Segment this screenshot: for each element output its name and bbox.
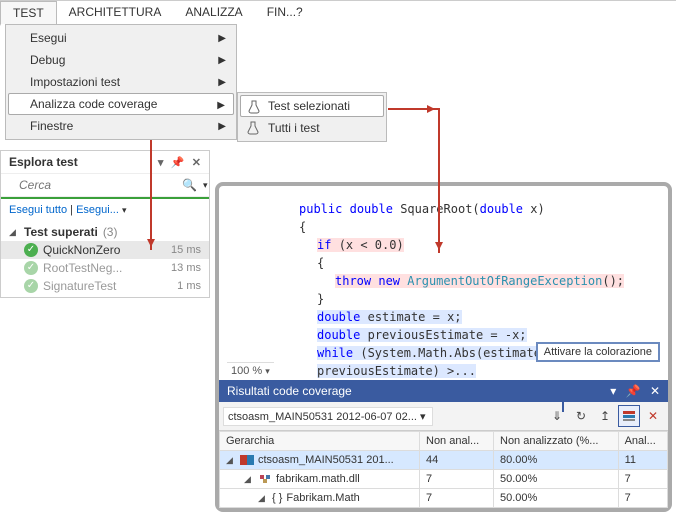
link-run[interactable]: Esegui... xyxy=(76,204,119,216)
collapse-icon[interactable]: ◢ xyxy=(226,455,236,466)
chevron-right-icon: ▶ xyxy=(218,77,226,88)
menu-item-run[interactable]: Esegui▶ xyxy=(8,27,234,49)
coverage-submenu: Test selezionati Tutti i test xyxy=(237,92,387,142)
test-item[interactable]: ✓ RootTestNeg...13 ms xyxy=(1,259,209,277)
collapse-icon[interactable]: ◢ xyxy=(9,227,19,238)
test-item[interactable]: ✓ QuickNonZero15 ms xyxy=(1,241,209,259)
search-icon[interactable]: 🔍 xyxy=(182,178,197,192)
chevron-right-icon: ▶ xyxy=(218,55,226,66)
test-group-header[interactable]: ◢ Test superati(3) xyxy=(1,223,209,241)
submenu-all-tests[interactable]: Tutti i test xyxy=(240,117,384,139)
collapse-icon[interactable]: ◢ xyxy=(258,493,268,504)
link-run-all[interactable]: Esegui tutto xyxy=(9,204,67,216)
close-icon[interactable]: ✕ xyxy=(192,157,201,169)
collapse-icon[interactable]: ◢ xyxy=(244,474,254,485)
table-header: Gerarchia Non anal... Non analizzato (%.… xyxy=(220,432,668,451)
zoom-level[interactable]: 100 % ▾ xyxy=(227,362,274,379)
run-links: Esegui tutto | Esegui... ▾ xyxy=(1,199,209,221)
annotation-arrow xyxy=(388,108,438,110)
refresh-icon[interactable]: ↻ xyxy=(570,405,592,427)
chevron-right-icon: ▶ xyxy=(218,121,226,132)
coverage-block-icon xyxy=(240,455,254,465)
menu-analyze[interactable]: ANALIZZA xyxy=(173,1,254,26)
chevron-right-icon: ▶ xyxy=(217,100,225,111)
assembly-icon xyxy=(258,474,272,484)
code-editor-pane: public double SquareRoot(double x) { if … xyxy=(215,182,672,512)
table-row[interactable]: ◢ ctsoasm_MAIN50531 201... 4480.00%11 xyxy=(220,451,668,470)
table-row[interactable]: ◢ fabrikam.math.dll 750.00%7 xyxy=(220,470,668,489)
test-menu-dropdown: Esegui▶ Debug▶ Impostazioni test▶ Analiz… xyxy=(5,24,237,140)
pass-icon: ✓ xyxy=(24,243,38,257)
coverage-run-selector[interactable]: ctsoasm_MAIN50531 2012-06-07 02... ▾ xyxy=(223,407,433,426)
pane-title: Esplora test xyxy=(9,155,78,169)
export-icon[interactable]: ↥ xyxy=(594,405,616,427)
menu-architecture[interactable]: ARCHITETTURA xyxy=(57,1,174,26)
pin-icon[interactable]: 📌 xyxy=(626,384,641,398)
annotation-arrow xyxy=(438,108,440,253)
annotation-arrow xyxy=(150,125,152,250)
import-icon[interactable]: ⇓ xyxy=(546,405,568,427)
callout-enable-coloring: Attivare la colorazione xyxy=(536,342,660,362)
test-item[interactable]: ✓ SignatureTest1 ms xyxy=(1,277,209,295)
chevron-right-icon: ▶ xyxy=(218,33,226,44)
pass-icon: ✓ xyxy=(24,261,38,275)
code-content: public double SquareRoot(double x) { if … xyxy=(219,186,668,408)
delete-icon[interactable]: ✕ xyxy=(642,405,664,427)
close-icon[interactable]: ✕ xyxy=(650,384,660,398)
menu-item-code-coverage[interactable]: Analizza code coverage▶ xyxy=(8,93,234,115)
menu-item-windows[interactable]: Finestre▶ xyxy=(8,115,234,137)
toggle-coloring-button[interactable] xyxy=(618,405,640,427)
table-row[interactable]: ◢ { } Fabrikam.Math 750.00%7 xyxy=(220,489,668,508)
menu-item-debug[interactable]: Debug▶ xyxy=(8,49,234,71)
submenu-selected-tests[interactable]: Test selezionati xyxy=(240,95,384,117)
menu-item-settings[interactable]: Impostazioni test▶ xyxy=(8,71,234,93)
pass-icon: ✓ xyxy=(24,279,38,293)
coverage-results-pane: Risultati code coverage ▾ 📌 ✕ ctsoasm_MA… xyxy=(219,380,668,508)
namespace-icon: { } xyxy=(272,492,282,504)
flask-icon xyxy=(246,121,260,135)
dropdown-icon[interactable]: ▾ xyxy=(610,384,616,398)
test-explorer-pane: Esplora test ▾ 📌 ✕ 🔍 ▾ Esegui tutto | Es… xyxy=(0,150,210,298)
pin-icon[interactable]: 📌 xyxy=(171,157,185,169)
search-dropdown-icon[interactable]: ▾ xyxy=(203,180,208,191)
pane-title: Risultati code coverage xyxy=(227,384,352,398)
menu-test[interactable]: TEST xyxy=(0,1,57,26)
callout-connector xyxy=(562,380,564,412)
menu-fin[interactable]: FIN...? xyxy=(255,1,315,26)
flask-icon xyxy=(247,100,261,114)
search-input[interactable] xyxy=(19,178,176,192)
dropdown-icon[interactable]: ▾ xyxy=(158,157,164,169)
